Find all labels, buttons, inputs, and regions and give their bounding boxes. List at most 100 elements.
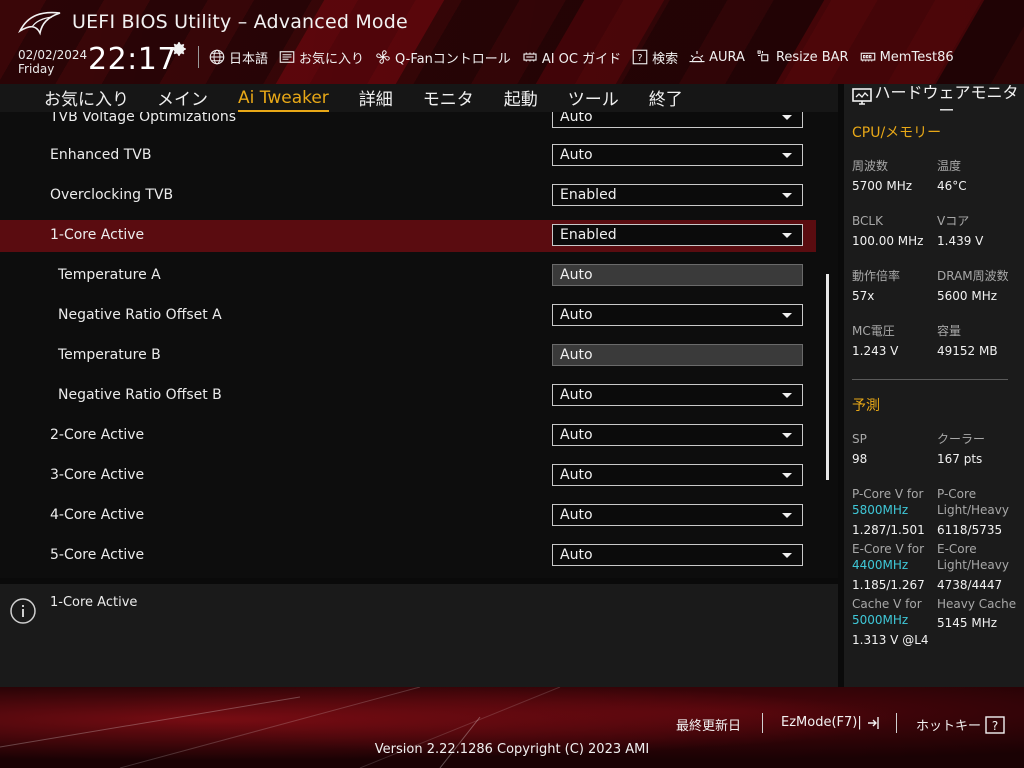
sp-value: 98 <box>852 452 868 466</box>
qfan-label: Q-Fanコントロール <box>395 51 511 67</box>
resize-bar-icon <box>757 50 769 62</box>
language-label: 日本語 <box>229 51 269 67</box>
capacity-label: 容量 <box>937 324 962 338</box>
help-search-icon: ? <box>632 49 648 65</box>
setting-row[interactable]: Negative Ratio Offset B Auto <box>0 380 816 412</box>
setting-label: 5-Core Active <box>50 547 145 563</box>
tab-boot[interactable]: 起動 <box>504 88 538 112</box>
setting-row[interactable]: Enhanced TVB Auto <box>0 140 816 172</box>
setting-row[interactable]: Temperature B Auto <box>0 340 816 372</box>
memory-icon <box>860 52 875 62</box>
setting-dropdown[interactable]: Enabled <box>552 184 803 206</box>
footer-separator <box>762 713 763 733</box>
header-separator <box>198 46 199 68</box>
vcore-label: Vコア <box>937 214 970 228</box>
exit-arrow-icon <box>867 716 879 729</box>
setting-input[interactable]: Auto <box>552 344 803 366</box>
setting-row[interactable]: TVB Voltage Optimizations Auto <box>0 112 816 134</box>
temp-value: 46°C <box>937 179 967 193</box>
help-text: 1-Core Active <box>50 595 138 610</box>
setting-dropdown[interactable]: Auto <box>552 384 803 406</box>
chevron-down-icon <box>782 153 792 158</box>
dram-label: DRAM周波数 <box>937 269 1009 283</box>
cache-v-value: 1.313 V @L4 <box>852 633 929 647</box>
mc-voltage-value: 1.243 V <box>852 344 899 358</box>
setting-label: 1-Core Active <box>50 227 145 243</box>
input-value: Auto <box>560 347 593 363</box>
aura-label: AURA <box>709 49 745 65</box>
qfan-button[interactable]: Q-Fanコントロール <box>374 48 511 67</box>
tab-monitor[interactable]: モニタ <box>423 88 474 112</box>
scrollbar-thumb[interactable] <box>826 274 829 480</box>
ezmode-button[interactable]: EzMode(F7)| <box>781 715 880 730</box>
setting-row-selected[interactable]: 1-Core Active Enabled <box>0 220 816 252</box>
setting-row[interactable]: Overclocking TVB Enabled <box>0 180 816 212</box>
prediction-section: 予測 <box>852 398 880 414</box>
resize-bar-button[interactable]: Resize BAR <box>755 48 849 66</box>
pcore-lh-text1: P-Core <box>937 487 977 501</box>
tab-advanced[interactable]: 詳細 <box>359 88 393 112</box>
language-button[interactable]: 日本語 <box>208 48 268 67</box>
ecore-v-freq: 4400MHz <box>852 558 909 572</box>
chevron-down-icon <box>782 193 792 198</box>
setting-dropdown[interactable]: Auto <box>552 304 803 326</box>
setting-row[interactable]: 4-Core Active Auto <box>0 500 816 532</box>
memtest-button[interactable]: MemTest86 <box>859 48 954 66</box>
pcore-lh-label: P-Core Light/Heavy <box>937 486 1009 518</box>
vcore-value: 1.439 V <box>937 234 984 248</box>
setting-row[interactable]: 3-Core Active Auto <box>0 460 816 492</box>
last-modified-button[interactable]: 最終更新日 <box>676 715 741 734</box>
cooler-value: 167 pts <box>937 452 983 466</box>
svg-text:?: ? <box>638 53 643 64</box>
favorites-button[interactable]: お気に入り <box>278 48 364 67</box>
setting-label: 2-Core Active <box>50 427 145 443</box>
setting-row[interactable]: Temperature A Auto <box>0 260 816 292</box>
setting-dropdown[interactable]: Auto <box>552 144 803 166</box>
mc-voltage-label: MC電圧 <box>852 324 895 338</box>
setting-dropdown[interactable]: Auto <box>552 464 803 486</box>
setting-dropdown[interactable]: Auto <box>552 424 803 446</box>
cache-v-label: Cache V for 5000MHz <box>852 596 922 628</box>
tab-ai-tweaker[interactable]: Ai Tweaker <box>238 86 329 112</box>
setting-dropdown[interactable]: Auto <box>552 504 803 526</box>
bclk-label: BCLK <box>852 214 883 228</box>
app-title: UEFI BIOS Utility – Advanced Mode <box>72 11 408 33</box>
setting-row[interactable]: Negative Ratio Offset A Auto <box>0 300 816 332</box>
chevron-down-icon <box>782 115 792 120</box>
dram-value: 5600 MHz <box>937 289 998 303</box>
tab-main[interactable]: メイン <box>157 88 208 112</box>
ecore-v-value: 1.185/1.267 <box>852 578 925 592</box>
ecore-lh-label: E-Core Light/Heavy <box>937 541 1009 573</box>
tab-tool[interactable]: ツール <box>568 88 619 112</box>
chevron-down-icon <box>782 393 792 398</box>
setting-dropdown[interactable]: Auto <box>552 544 803 566</box>
favorites-label: お気に入り <box>299 51 365 67</box>
setting-label: 3-Core Active <box>50 467 145 483</box>
cpu-memory-section: CPU/メモリー <box>852 125 942 141</box>
footer-separator <box>896 713 897 733</box>
setting-label: 4-Core Active <box>50 507 145 523</box>
aura-light-icon <box>689 51 705 63</box>
dropdown-value: Auto <box>560 547 593 563</box>
setting-label: Enhanced TVB <box>50 147 152 163</box>
tab-exit[interactable]: 終了 <box>649 88 683 112</box>
dropdown-value: Auto <box>560 307 593 323</box>
search-button[interactable]: ? 検索 <box>631 48 678 67</box>
input-value: Auto <box>560 267 593 283</box>
gear-icon[interactable] <box>170 40 188 58</box>
setting-dropdown[interactable]: Enabled <box>552 224 803 246</box>
dropdown-value: Auto <box>560 112 593 125</box>
setting-row[interactable]: 5-Core Active Auto <box>0 540 816 572</box>
setting-input[interactable]: Auto <box>552 264 803 286</box>
setting-label: TVB Voltage Optimizations <box>50 112 236 125</box>
tab-favorites[interactable]: お気に入り <box>44 88 129 112</box>
temp-label: 温度 <box>937 159 962 173</box>
ecore-lh-text1: E-Core <box>937 542 977 556</box>
aura-button[interactable]: AURA <box>688 48 745 66</box>
setting-dropdown[interactable]: Auto <box>552 112 803 128</box>
weekday-display: Friday <box>18 62 55 76</box>
setting-row[interactable]: 2-Core Active Auto <box>0 420 816 452</box>
hotkeys-button[interactable]: ホットキー ? <box>916 715 1005 734</box>
ratio-value: 57x <box>852 289 875 303</box>
ai-oc-button[interactable]: AI OC ガイド <box>521 48 621 67</box>
